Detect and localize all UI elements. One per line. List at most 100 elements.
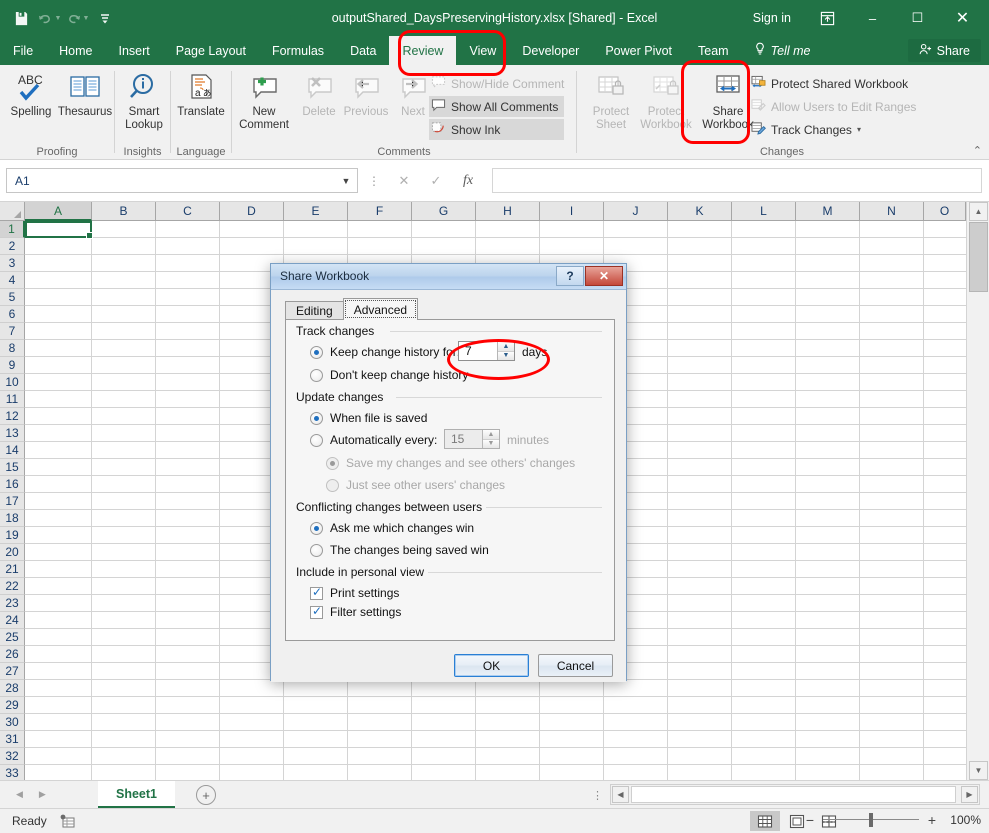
row-header-8[interactable]: 8	[0, 340, 25, 357]
horizontal-scrollbar[interactable]: ◀ ▶	[610, 784, 980, 805]
row-header-2[interactable]: 2	[0, 238, 25, 255]
tab-data[interactable]: Data	[337, 36, 389, 65]
column-header-A[interactable]: A	[25, 202, 92, 221]
days-value[interactable]: 7	[459, 342, 497, 360]
row-header-11[interactable]: 11	[0, 391, 25, 408]
redo-icon[interactable]: ▼	[64, 5, 90, 31]
save-icon[interactable]	[8, 5, 34, 31]
protect-shared-workbook-button[interactable]: Protect Shared Workbook	[749, 73, 908, 94]
row-header-16[interactable]: 16	[0, 476, 25, 493]
checkbox-filter-settings[interactable]: Filter settings	[310, 605, 401, 619]
row-header-24[interactable]: 24	[0, 612, 25, 629]
row-header-30[interactable]: 30	[0, 714, 25, 731]
sheet-tab-sheet1[interactable]: Sheet1	[98, 781, 175, 808]
row-header-26[interactable]: 26	[0, 646, 25, 663]
tab-page-layout[interactable]: Page Layout	[163, 36, 259, 65]
column-header-N[interactable]: N	[860, 202, 924, 221]
column-header-L[interactable]: L	[732, 202, 796, 221]
previous-sheet-icon[interactable]: ◀	[16, 789, 23, 800]
zoom-in-button[interactable]: +	[926, 812, 938, 828]
column-header-F[interactable]: F	[348, 202, 412, 221]
row-header-10[interactable]: 10	[0, 374, 25, 391]
formula-bar-grip[interactable]: ⋮	[368, 174, 380, 188]
row-header-5[interactable]: 5	[0, 289, 25, 306]
minimize-button[interactable]: –	[850, 0, 895, 36]
column-header-H[interactable]: H	[476, 202, 540, 221]
column-header-C[interactable]: C	[156, 202, 220, 221]
radio-ask-me-which-changes-win[interactable]: Ask me which changes win	[310, 521, 474, 535]
tab-file[interactable]: File	[0, 36, 46, 65]
row-header-12[interactable]: 12	[0, 408, 25, 425]
row-header-27[interactable]: 27	[0, 663, 25, 680]
column-header-B[interactable]: B	[92, 202, 156, 221]
radio-automatically-every[interactable]: Automatically every:	[310, 433, 437, 447]
scroll-down-icon[interactable]: ▼	[969, 761, 988, 780]
row-header-15[interactable]: 15	[0, 459, 25, 476]
row-header-23[interactable]: 23	[0, 595, 25, 612]
spinner-down-icon[interactable]: ▼	[498, 351, 514, 361]
tab-developer[interactable]: Developer	[509, 36, 592, 65]
row-header-20[interactable]: 20	[0, 544, 25, 561]
tab-formulas[interactable]: Formulas	[259, 36, 337, 65]
customize-quick-access-toolbar-icon[interactable]	[92, 5, 118, 31]
restore-button[interactable]: ☐	[895, 0, 940, 36]
dialog-close-button[interactable]: ✕	[585, 266, 623, 286]
row-header-32[interactable]: 32	[0, 748, 25, 765]
zoom-slider[interactable]	[823, 813, 919, 827]
add-sheet-plus-icon[interactable]: +	[196, 785, 216, 805]
scroll-right-icon[interactable]: ▶	[961, 786, 978, 803]
dialog-cancel-button[interactable]: Cancel	[538, 654, 613, 677]
enter-check-icon[interactable]: ✓	[420, 168, 452, 193]
column-header-I[interactable]: I	[540, 202, 604, 221]
column-header-E[interactable]: E	[284, 202, 348, 221]
chevron-down-icon[interactable]: ▼	[335, 176, 357, 186]
checkbox-print-settings[interactable]: Print settings	[310, 586, 399, 600]
zoom-out-button[interactable]: −	[804, 812, 816, 828]
row-header-3[interactable]: 3	[0, 255, 25, 272]
show-all-comments-button[interactable]: Show All Comments	[429, 96, 564, 117]
radio-keep-change-history[interactable]: Keep change history for:	[310, 345, 460, 359]
insert-function-icon[interactable]: fx	[452, 168, 484, 193]
days-spinbox[interactable]: 7 ▲ ▼	[458, 341, 515, 361]
translate-button[interactable]: aぁ Translate	[172, 69, 230, 137]
column-header-D[interactable]: D	[220, 202, 284, 221]
undo-icon[interactable]: ▼	[36, 5, 62, 31]
formula-input[interactable]	[492, 168, 982, 193]
track-changes-button[interactable]: Track Changes ▾	[749, 119, 861, 140]
next-sheet-icon[interactable]: ▶	[39, 789, 46, 800]
horizontal-scroll-thumb[interactable]	[631, 786, 956, 803]
row-header-6[interactable]: 6	[0, 306, 25, 323]
column-header-J[interactable]: J	[604, 202, 668, 221]
row-header-13[interactable]: 13	[0, 425, 25, 442]
select-all-corner[interactable]	[0, 202, 25, 221]
radio-when-file-is-saved[interactable]: When file is saved	[310, 411, 427, 425]
column-header-K[interactable]: K	[668, 202, 732, 221]
column-header-O[interactable]: O	[924, 202, 966, 221]
dialog-ok-button[interactable]: OK	[454, 654, 529, 677]
record-macro-icon[interactable]	[60, 814, 76, 832]
scroll-left-icon[interactable]: ◀	[612, 786, 629, 803]
ribbon-display-options-icon[interactable]	[805, 0, 850, 36]
dialog-tab-editing[interactable]: Editing	[285, 301, 344, 320]
spinner-up-icon[interactable]: ▲	[498, 342, 514, 351]
name-box[interactable]: A1 ▼	[6, 168, 358, 193]
close-button[interactable]: ✕	[940, 0, 985, 36]
column-header-M[interactable]: M	[796, 202, 860, 221]
row-header-31[interactable]: 31	[0, 731, 25, 748]
row-header-25[interactable]: 25	[0, 629, 25, 646]
zoom-level-label[interactable]: 100%	[945, 813, 981, 827]
row-header-14[interactable]: 14	[0, 442, 25, 459]
tab-team[interactable]: Team	[685, 36, 742, 65]
row-header-22[interactable]: 22	[0, 578, 25, 595]
normal-view-icon[interactable]	[750, 811, 780, 831]
collapse-ribbon-chevron-icon[interactable]: ⌃	[973, 144, 982, 157]
cancel-x-icon[interactable]: ✕	[388, 168, 420, 193]
sheet-bar-grip[interactable]: ⋮	[592, 789, 603, 802]
row-header-1[interactable]: 1	[0, 221, 25, 238]
row-header-17[interactable]: 17	[0, 493, 25, 510]
active-cell-A1[interactable]	[25, 221, 92, 238]
row-header-29[interactable]: 29	[0, 697, 25, 714]
tab-insert[interactable]: Insert	[106, 36, 163, 65]
show-ink-button[interactable]: Show Ink	[429, 119, 564, 140]
zoom-slider-thumb[interactable]	[869, 813, 873, 827]
